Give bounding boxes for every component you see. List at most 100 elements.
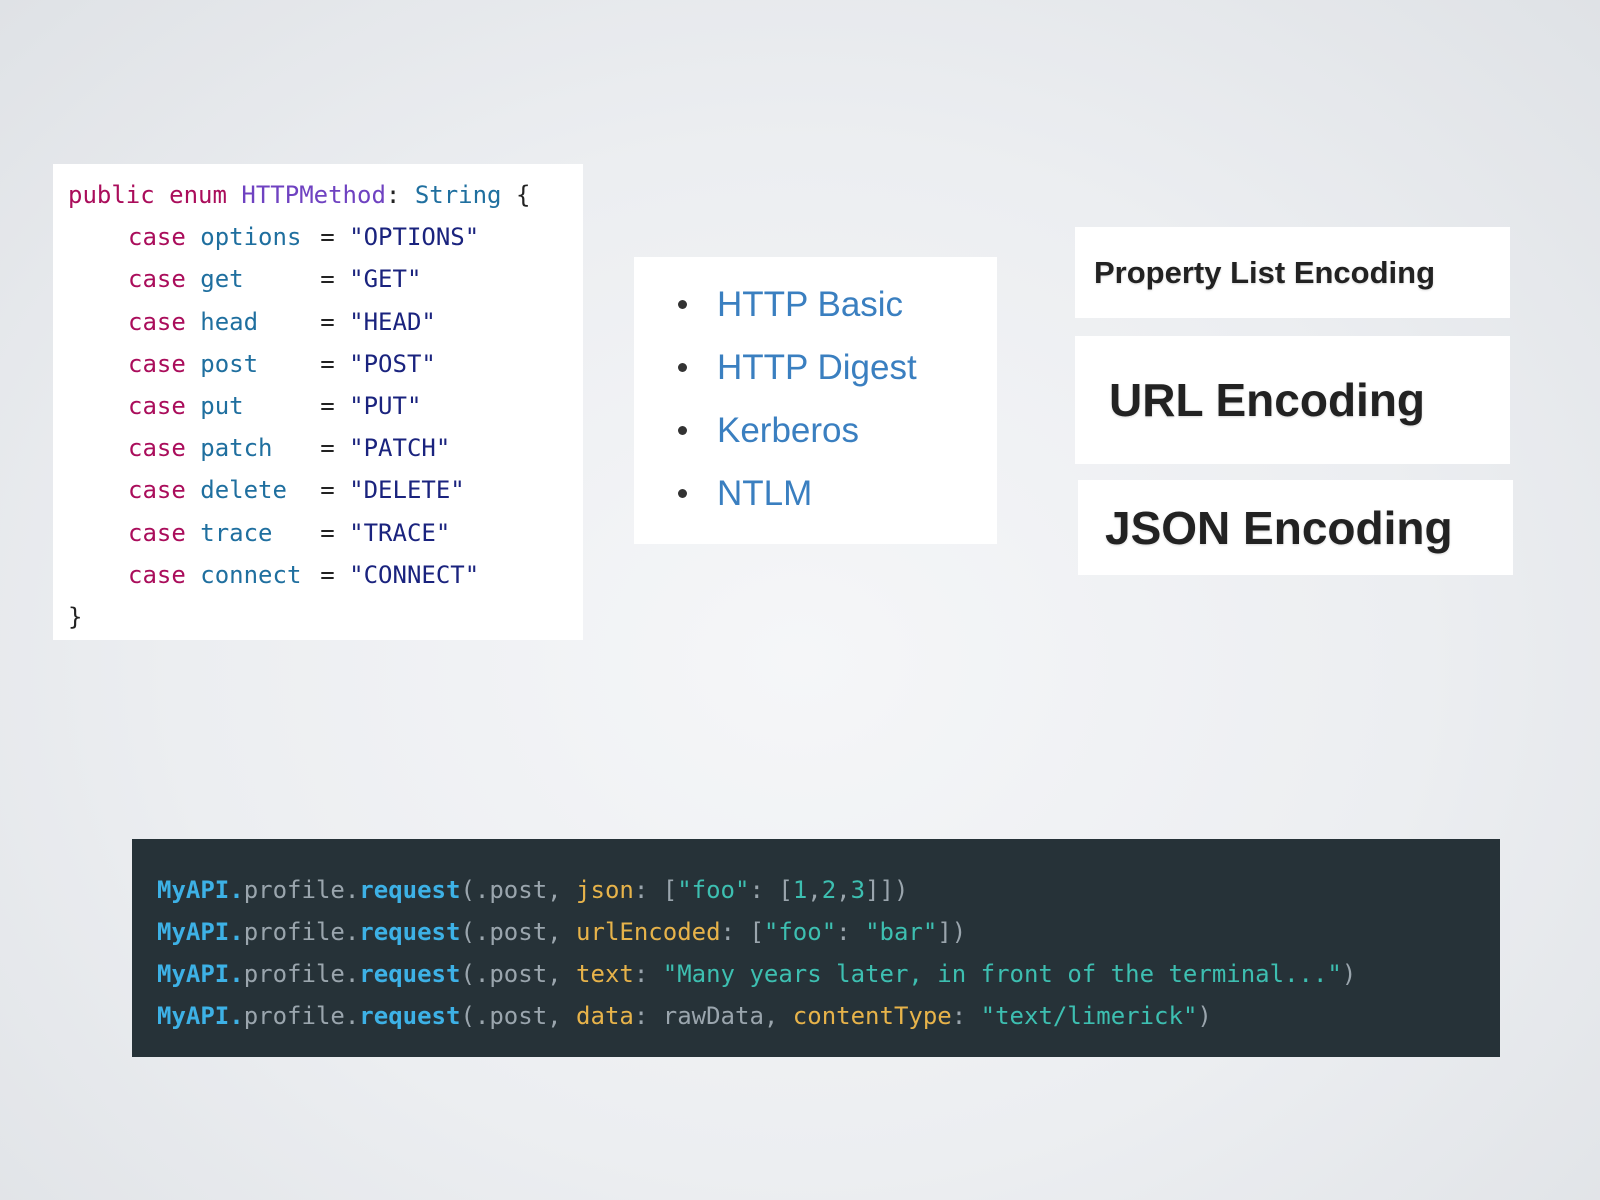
request-code-line: MyAPI.profile.request(.post, text: "Many… [157,953,1500,995]
request-code-line: MyAPI.profile.request(.post, json: ["foo… [157,869,1500,911]
case-keyword: case [128,560,186,589]
case-value: "POST" [349,349,436,378]
equals-sign: = [320,434,335,463]
api-function: request [359,876,461,904]
code-token: : [836,918,866,946]
code-token: , [807,876,822,904]
api-object: MyAPI. [157,960,244,988]
case-keyword: case [128,349,186,378]
open-brace: { [515,181,531,209]
case-name: put [200,391,244,420]
auth-method-item: HTTP Digest [634,336,997,399]
case-name: get [200,265,244,294]
api-object: MyAPI. [157,918,244,946]
url-encoding-label: URL Encoding [1109,374,1426,426]
colon: : [385,181,401,209]
property-list-encoding-label: Property List Encoding [1094,254,1436,290]
argument-label: data [576,1002,634,1030]
case-value: "GET" [349,265,422,294]
enum-case-line: case delete = "DELETE" [68,469,583,511]
auth-method-item: HTTP Basic [634,273,997,336]
enum-case-line: case options = "OPTIONS" [68,216,583,258]
equals-sign: = [320,560,335,589]
api-function: request [359,960,461,988]
url-encoding-card: URL Encoding [1075,336,1510,464]
raw-type: String [414,181,502,209]
json-encoding-card: JSON Encoding [1078,480,1513,575]
code-token: "bar" [865,918,938,946]
auth-method-link[interactable]: HTTP Digest [717,348,917,388]
code-token: ]) [937,918,967,946]
argument-label: text [576,960,634,988]
enum-cases: case options = "OPTIONS" case get = "GET" ca… [68,216,583,596]
code-token: : rawData, [633,1002,793,1030]
code-token: "Many years later, in front of the termi… [662,960,1342,988]
code-token: : [ [749,876,793,904]
equals-sign: = [320,518,335,547]
api-function: request [359,1002,461,1030]
method-argument: (.post, [460,960,577,988]
case-name: head [200,307,259,336]
auth-methods-card: HTTP Basic HTTP Digest Kerberos NTLM [634,257,997,544]
case-name: post [200,349,259,378]
code-token: 3 [850,876,866,904]
property-list-encoding-card: Property List Encoding [1075,227,1510,318]
enum-case-line: case post = "POST" [68,343,583,385]
case-name: options [200,223,302,252]
enum-case-line: case head = "HEAD" [68,301,583,343]
request-code-panel: MyAPI.profile.request(.post, json: ["foo… [132,839,1500,1057]
case-value: "TRACE" [349,518,451,547]
enum-case-line: case trace = "TRACE" [68,512,583,554]
case-name: trace [200,518,273,547]
equals-sign: = [320,265,335,294]
enum-case-line: case connect = "CONNECT" [68,554,583,596]
case-value: "OPTIONS" [349,223,480,252]
enum-case-line: case put = "PUT" [68,385,583,427]
case-keyword: case [128,434,186,463]
case-value: "PATCH" [349,434,451,463]
auth-methods-list: HTTP Basic HTTP Digest Kerberos NTLM [634,273,997,525]
json-encoding-label: JSON Encoding [1105,501,1453,554]
code-token: "text/limerick" [980,1002,1198,1030]
equals-sign: = [320,391,335,420]
auth-method-link[interactable]: Kerberos [717,411,859,451]
enum-header-line: public enum HTTPMethod: String { [68,174,583,216]
method-argument: (.post, [460,918,577,946]
code-token: , [836,876,851,904]
code-token: contentType [792,1002,952,1030]
case-keyword: case [128,518,186,547]
argument-label: urlEncoded [576,918,721,946]
code-token: : [633,960,663,988]
request-code-line: MyAPI.profile.request(.post, urlEncoded:… [157,911,1500,953]
equals-sign: = [320,476,335,505]
api-property: profile. [243,918,360,946]
code-token: : [ [720,918,764,946]
case-value: "CONNECT" [349,560,480,589]
type-name: HTTPMethod [241,181,386,209]
auth-method-link[interactable]: HTTP Basic [717,285,903,325]
case-name: connect [200,560,302,589]
bullet-icon [678,363,687,372]
code-token: ]]) [865,876,909,904]
equals-sign: = [320,307,335,336]
bullet-icon [678,426,687,435]
keyword: enum [169,181,227,209]
bullet-icon [678,300,687,309]
keyword: public [68,181,155,209]
code-token: 1 [792,876,808,904]
equals-sign: = [320,349,335,378]
enum-code-card: public enum HTTPMethod: String { case op… [53,164,583,640]
argument-label: json [576,876,634,904]
case-keyword: case [128,391,186,420]
api-property: profile. [243,876,360,904]
enum-case-line: case patch = "PATCH" [68,427,583,469]
code-token: ) [1341,960,1357,988]
bullet-icon [678,489,687,498]
case-value: "DELETE" [349,476,465,505]
auth-method-link[interactable]: NTLM [717,474,812,514]
equals-sign: = [320,223,335,252]
close-brace: } [68,602,83,631]
code-token: ) [1197,1002,1212,1030]
api-property: profile. [243,960,360,988]
case-value: "HEAD" [349,307,436,336]
